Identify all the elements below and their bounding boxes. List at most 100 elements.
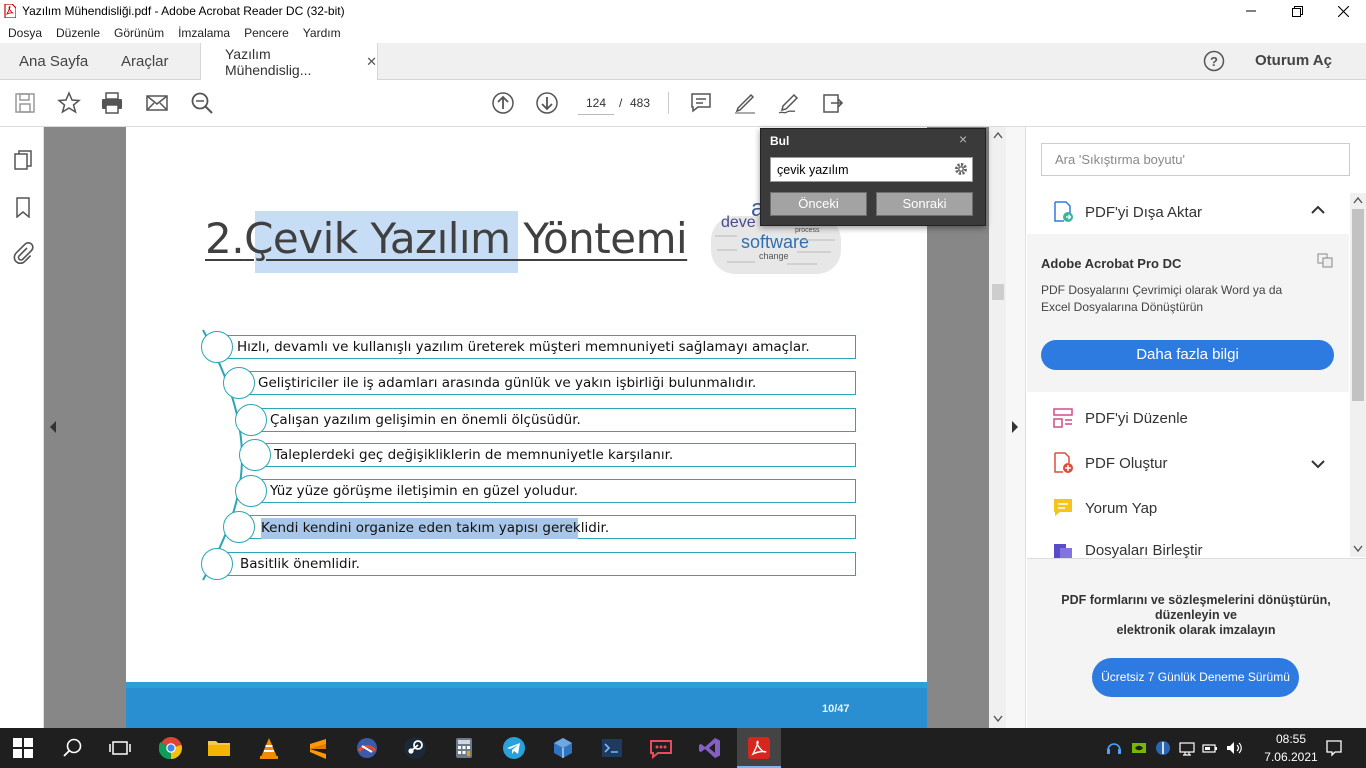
- tool-export-pdf[interactable]: PDF'yi Dışa Aktar: [1052, 201, 1202, 223]
- close-window-button[interactable]: [1320, 0, 1366, 22]
- slide-footer: [126, 688, 927, 728]
- scroll-up-arrow-icon[interactable]: [993, 131, 1003, 139]
- tool-comment-label: Yorum Yap: [1085, 499, 1158, 517]
- comment-icon[interactable]: [689, 91, 713, 115]
- document-scrollbar[interactable]: [989, 127, 1006, 728]
- sign-in-button[interactable]: Oturum Aç: [1255, 52, 1332, 69]
- find-previous-button[interactable]: Önceki: [770, 192, 867, 216]
- menu-file[interactable]: Dosya: [8, 26, 42, 40]
- next-page-icon[interactable]: [535, 91, 559, 115]
- menu-sign[interactable]: İmzalama: [178, 26, 230, 40]
- taskbar-clock-time[interactable]: 08:55: [1266, 732, 1316, 746]
- free-trial-button[interactable]: Ücretsiz 7 Günlük Deneme Sürümü: [1092, 658, 1299, 697]
- acrobat-icon: [4, 4, 16, 18]
- bullet-text: Geliştiriciler ile iş adamları arasında …: [258, 375, 757, 391]
- help-icon[interactable]: ?: [1203, 50, 1225, 72]
- bullet-circle: [235, 404, 267, 436]
- git-client-icon[interactable]: [355, 736, 379, 760]
- close-icon[interactable]: ×: [959, 131, 967, 147]
- tool-create-pdf-label: PDF Oluştur: [1085, 454, 1168, 472]
- bullet-text: Hızlı, devamlı ve kullanışlı yazılım üre…: [237, 339, 810, 355]
- calculator-icon[interactable]: [452, 736, 476, 760]
- tool-combine-files[interactable]: Dosyaları Birleştir: [1052, 542, 1203, 558]
- page-thumbnails-icon[interactable]: [12, 149, 34, 171]
- collapse-left-arrow-icon[interactable]: [49, 420, 57, 434]
- chevron-up-icon[interactable]: [1311, 205, 1325, 215]
- network-icon[interactable]: [1179, 740, 1195, 756]
- learn-more-button[interactable]: Daha fazla bilgi: [1041, 340, 1334, 370]
- find-dialog-title: Bul: [770, 134, 790, 148]
- slide-title-match: Çevik Yazılım: [244, 214, 511, 263]
- battery-icon[interactable]: [1202, 740, 1218, 756]
- product-name: Adobe Acrobat Pro DC: [1041, 256, 1182, 271]
- print-icon[interactable]: [100, 91, 124, 115]
- scrollbar-thumb[interactable]: [992, 284, 1004, 300]
- tool-comment[interactable]: Yorum Yap: [1052, 497, 1157, 519]
- vlc-icon[interactable]: [257, 736, 281, 760]
- export-pdf-icon: [1052, 201, 1074, 223]
- sublime-text-icon[interactable]: [306, 736, 330, 760]
- taskbar-clock-date[interactable]: 7.06.2021: [1261, 750, 1321, 764]
- menu-edit[interactable]: Düzenle: [56, 26, 100, 40]
- zoom-icon[interactable]: [190, 91, 214, 115]
- git-bash-icon[interactable]: [600, 736, 624, 760]
- telegram-icon[interactable]: [502, 736, 526, 760]
- windows-start-icon[interactable]: [12, 737, 34, 759]
- sign-icon[interactable]: [777, 91, 801, 115]
- gear-icon[interactable]: [953, 161, 969, 177]
- headset-icon[interactable]: [1106, 740, 1122, 756]
- page-number-input[interactable]: 124: [578, 91, 614, 115]
- tool-combine-files-label: Dosyaları Birleştir: [1085, 542, 1203, 558]
- bullet-row-2: Geliştiriciler ile iş adamları arasında …: [246, 371, 856, 395]
- tab-document[interactable]: Yazılım Mühendislig... ✕: [200, 43, 378, 81]
- tool-edit-pdf[interactable]: PDF'yi Düzenle: [1052, 407, 1188, 429]
- bookmarks-icon[interactable]: [12, 196, 34, 218]
- save-icon[interactable]: [13, 91, 37, 115]
- menu-help[interactable]: Yardım: [303, 26, 341, 40]
- find-next-button[interactable]: Sonraki: [876, 192, 973, 216]
- promo-line-1: PDF formlarını ve sözleşmelerini dönüştü…: [1061, 593, 1331, 622]
- mail-icon[interactable]: [145, 91, 169, 115]
- tool-create-pdf[interactable]: PDF Oluştur: [1052, 452, 1168, 474]
- scrollbar-thumb[interactable]: [1352, 209, 1364, 401]
- app-tray-icon[interactable]: [1155, 740, 1171, 756]
- previous-page-icon[interactable]: [491, 91, 515, 115]
- create-pdf-icon: [1052, 452, 1074, 474]
- search-icon[interactable]: [61, 736, 85, 760]
- chrome-icon[interactable]: [159, 736, 183, 760]
- minimize-button[interactable]: [1228, 0, 1274, 22]
- tool-edit-pdf-label: PDF'yi Düzenle: [1085, 409, 1188, 427]
- steam-icon[interactable]: [403, 736, 427, 760]
- highlight-pen-icon[interactable]: [733, 91, 757, 115]
- tab-home[interactable]: Ana Sayfa: [19, 43, 88, 80]
- scroll-down-arrow-icon[interactable]: [993, 715, 1003, 723]
- tab-document-label: Yazılım Mühendislig...: [225, 46, 312, 78]
- restore-button[interactable]: [1274, 0, 1320, 22]
- chevron-down-icon[interactable]: [1311, 459, 1325, 469]
- close-tab-icon[interactable]: ✕: [366, 54, 377, 70]
- scroll-up-arrow-icon[interactable]: [1353, 196, 1363, 204]
- share-send-icon[interactable]: [821, 91, 845, 115]
- menu-window[interactable]: Pencere: [244, 26, 289, 40]
- bullet-circle: [223, 367, 255, 399]
- notifications-icon[interactable]: [1325, 739, 1343, 757]
- attachments-icon[interactable]: [12, 242, 34, 264]
- visual-studio-icon[interactable]: [698, 736, 722, 760]
- tab-tools[interactable]: Araçlar: [121, 43, 169, 80]
- page-total: 483: [630, 96, 651, 110]
- nvidia-icon[interactable]: [1131, 740, 1147, 756]
- menu-bar: Dosya Düzenle Görünüm İmzalama Pencere Y…: [0, 22, 1366, 43]
- collapse-right-arrow-icon[interactable]: [1011, 420, 1019, 434]
- bullet-circle: [201, 548, 233, 580]
- menu-view[interactable]: Görünüm: [114, 26, 164, 40]
- volume-icon[interactable]: [1226, 740, 1244, 756]
- acrobat-reader-icon[interactable]: [747, 736, 771, 760]
- task-view-icon[interactable]: [108, 736, 132, 760]
- file-explorer-icon[interactable]: [207, 736, 231, 760]
- chat-bubble-app-icon[interactable]: [649, 736, 673, 760]
- bookmark-star-icon[interactable]: [57, 91, 81, 115]
- scroll-down-arrow-icon[interactable]: [1353, 545, 1363, 553]
- find-input[interactable]: [770, 157, 973, 182]
- tools-search-input[interactable]: Ara 'Sıkıştırma boyutu': [1041, 143, 1350, 176]
- virtualbox-icon[interactable]: [551, 736, 575, 760]
